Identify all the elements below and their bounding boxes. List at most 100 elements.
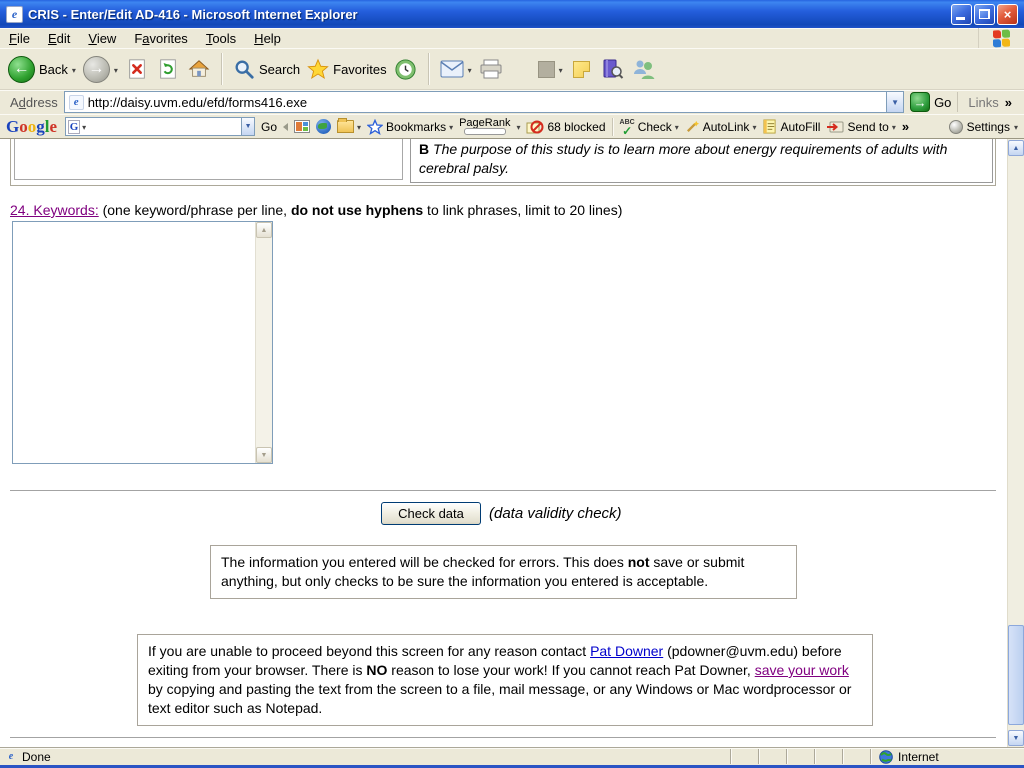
standard-toolbar: ← Back ▾ → ▾ Search Favorites ▾ ▾ — [0, 48, 1024, 90]
edit-dropdown-icon[interactable]: ▾ — [559, 64, 563, 75]
pagerank-dropdown-icon[interactable]: ▾ — [516, 121, 520, 132]
history-icon — [395, 58, 416, 80]
scroll-down-icon[interactable]: ▼ — [1008, 730, 1024, 746]
menu-view[interactable]: View — [79, 29, 125, 48]
status-text: Done — [22, 749, 51, 764]
menu-edit[interactable]: Edit — [39, 29, 79, 48]
google-toolbar: Google G ▾ ▼ Go ▾ Bookmarks ▾ PageRank ▾ — [0, 114, 1024, 139]
restore-button[interactable] — [974, 3, 995, 25]
mail-icon — [440, 60, 464, 78]
forward-dropdown-icon[interactable]: ▾ — [114, 64, 118, 75]
check-dropdown-icon[interactable]: ▾ — [675, 121, 679, 132]
google-search-dropdown[interactable]: ▼ — [241, 118, 255, 135]
scrollbar-thumb[interactable] — [1008, 625, 1024, 725]
links-chevron-icon[interactable]: » — [1005, 95, 1012, 110]
refresh-button[interactable] — [156, 57, 180, 81]
pagerank-meter — [463, 128, 506, 135]
save-your-work-link[interactable]: save your work — [755, 662, 849, 678]
messenger-icon — [633, 60, 655, 79]
collapse-icon[interactable] — [283, 122, 289, 131]
forward-icon: → — [82, 55, 110, 83]
menu-favorites[interactable]: Favorites — [125, 29, 196, 48]
spellcheck-icon: ABC ✓ — [619, 118, 635, 138]
check-data-button[interactable]: Check data — [381, 502, 481, 525]
refresh-icon — [160, 59, 176, 79]
sendto-button[interactable]: Send to ▾ — [826, 120, 896, 134]
contact-info-box: If you are unable to proceed beyond this… — [137, 634, 873, 726]
menu-tools[interactable]: Tools — [197, 29, 245, 48]
research-button[interactable] — [601, 57, 625, 81]
bookmarks-label: Bookmarks — [386, 119, 447, 134]
go-button[interactable]: → Go — [904, 92, 957, 112]
back-icon: ← — [8, 55, 35, 83]
bookmarks-dropdown-icon[interactable]: ▾ — [449, 121, 453, 132]
google-go-button[interactable]: Go — [261, 120, 277, 134]
folder-button[interactable]: ▾ — [337, 118, 361, 133]
keywords-link[interactable]: 24. Keywords: — [10, 202, 99, 218]
bookmarks-button[interactable]: Bookmarks ▾ — [367, 118, 453, 135]
minimize-button[interactable] — [951, 3, 972, 25]
zone-label: Internet — [898, 749, 939, 764]
messenger-button[interactable] — [632, 57, 656, 81]
menu-help[interactable]: Help — [245, 29, 290, 48]
favorites-button[interactable]: Favorites — [307, 58, 387, 80]
status-pane — [814, 749, 842, 764]
check-data-row: Check data (data validity check) — [381, 502, 622, 525]
mail-dropdown-icon[interactable]: ▾ — [468, 64, 472, 75]
check-info-box: The information you entered will be chec… — [210, 545, 797, 599]
address-input[interactable] — [87, 93, 887, 111]
status-ie-icon: e — [8, 751, 14, 762]
discuss-button[interactable] — [570, 57, 594, 81]
autolink-dropdown-icon[interactable]: ▾ — [752, 121, 756, 132]
edit-button[interactable]: ▾ — [537, 60, 563, 78]
mail-button[interactable]: ▾ — [440, 60, 472, 78]
google-g-icon: G — [68, 119, 81, 134]
settings-dropdown-icon[interactable]: ▾ — [1014, 121, 1018, 132]
back-button[interactable]: ← Back ▾ — [8, 55, 76, 83]
keywords-scrollbar[interactable]: ▲ ▼ — [255, 222, 272, 463]
history-button[interactable] — [394, 57, 418, 81]
scroll-down-icon[interactable]: ▼ — [256, 447, 272, 463]
settings-button[interactable]: Settings ▾ — [948, 119, 1018, 134]
links-toolbar[interactable]: Links » — [957, 92, 1020, 112]
stop-icon — [129, 59, 145, 79]
earth-icon[interactable] — [316, 119, 332, 134]
search-button[interactable]: Search — [233, 58, 300, 80]
objectives-textarea[interactable] — [14, 139, 403, 180]
page-content: B The purpose of this study is to learn … — [0, 139, 1024, 747]
autolink-button[interactable]: AutoLink ▾ — [685, 119, 756, 134]
spellcheck-button[interactable]: ABC ✓ Check ▾ — [619, 118, 679, 138]
keywords-textarea[interactable]: ▲ ▼ — [12, 221, 273, 464]
menu-file[interactable]: File — [0, 29, 39, 48]
close-button[interactable]: × — [997, 3, 1018, 25]
folder-dropdown-icon[interactable]: ▾ — [357, 121, 361, 132]
page-scrollbar[interactable]: ▲ ▼ — [1007, 139, 1024, 747]
pagerank-button[interactable]: PageRank — [459, 118, 510, 135]
address-dropdown-button[interactable]: ▼ — [886, 92, 904, 112]
google-search-box: G ▾ ▼ — [65, 117, 256, 136]
popup-blocker-button[interactable]: 68 blocked — [526, 119, 606, 135]
internet-globe-icon — [879, 749, 893, 764]
keywords-bold-note: do not use hyphens — [290, 202, 424, 218]
study-purpose-text: The purpose of this study is to learn mo… — [419, 141, 948, 176]
scroll-up-icon[interactable]: ▲ — [256, 222, 272, 238]
scroll-up-icon[interactable]: ▲ — [1008, 140, 1024, 156]
pat-downer-link[interactable]: Pat Downer — [590, 643, 663, 659]
autofill-button[interactable]: AutoFill — [762, 119, 820, 134]
home-button[interactable] — [187, 57, 211, 81]
back-dropdown-icon[interactable]: ▾ — [72, 64, 76, 75]
popup-blocked-icon — [526, 120, 544, 133]
forward-button[interactable]: → ▾ — [82, 55, 118, 83]
print-button[interactable] — [479, 57, 503, 81]
horizontal-rule — [10, 490, 996, 492]
security-zone: Internet — [870, 749, 1020, 764]
photos-button[interactable] — [294, 120, 311, 133]
google-chevron-icon[interactable]: » — [902, 119, 909, 134]
horizontal-rule — [10, 737, 996, 739]
stop-button[interactable] — [125, 57, 149, 81]
autolink-label: AutoLink — [702, 119, 750, 134]
google-search-input[interactable] — [86, 119, 242, 134]
toolbar-separator — [220, 53, 223, 85]
sendto-dropdown-icon[interactable]: ▾ — [892, 121, 896, 132]
search-icon — [235, 60, 254, 79]
